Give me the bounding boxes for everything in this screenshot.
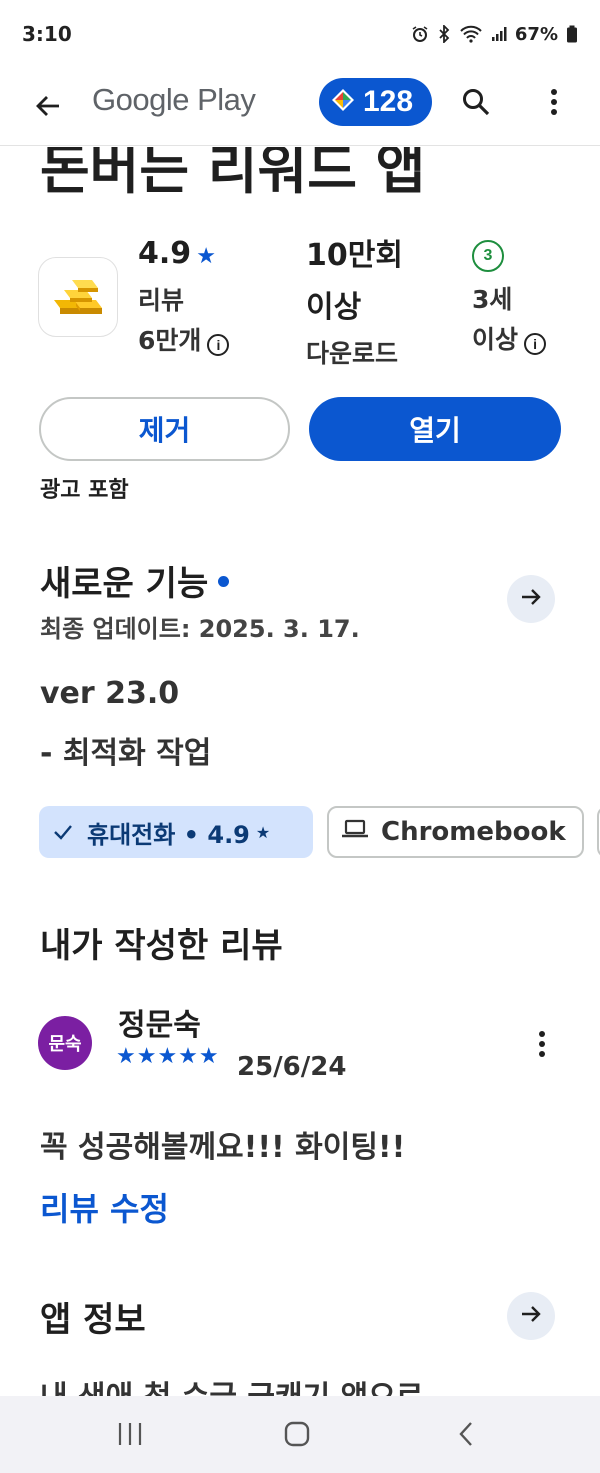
about-text-container: 내 생애 첫 수급 금캐기 앱으로: [0, 1370, 600, 1396]
review-text: 꼭 성공해볼께요!!! 화이팅!!: [40, 1130, 406, 1165]
app-title: 돈버는 리워드 앱: [40, 147, 426, 201]
about-app-title: 앱 정보: [40, 1300, 146, 1340]
wifi-icon: [459, 25, 483, 43]
arrow-right-icon: [519, 1302, 543, 1330]
reviews-count: 6만개: [138, 326, 202, 355]
age-line-2: 이상: [472, 325, 519, 354]
more-vert-icon[interactable]: [534, 82, 574, 122]
app-title-container: 돈버는 리워드 앱: [0, 147, 600, 203]
arrow-right-icon: [519, 585, 543, 613]
status-time: 3:10: [22, 22, 72, 46]
play-points-button[interactable]: 128: [319, 78, 432, 126]
last-updated: 최종 업데이트: 2025. 3. 17.: [40, 615, 360, 643]
battery-level: 67%: [514, 23, 558, 45]
whats-new-title: 새로운 기능: [40, 564, 209, 604]
device-chip-chromebook[interactable]: Chromebook: [327, 806, 584, 858]
alarm-icon: [411, 25, 429, 43]
about-text: 내 생애 첫 수급 금캐기 앱으로: [40, 1372, 423, 1396]
uninstall-button[interactable]: 제거: [39, 397, 290, 461]
review-more-vert-icon[interactable]: [522, 1024, 562, 1064]
signal-icon: [491, 26, 507, 42]
whats-new-heading[interactable]: 새로운 기능: [40, 556, 230, 605]
battery-icon: [566, 25, 578, 43]
reviewer-name: 정문숙: [118, 1008, 201, 1043]
back-arrow-icon[interactable]: [28, 86, 68, 126]
review-date: 25/6/24: [237, 1052, 347, 1082]
recents-icon[interactable]: [110, 1414, 150, 1454]
play-points-icon: [331, 88, 355, 116]
status-bar: 3:10 67%: [0, 0, 600, 68]
about-app-arrow-button[interactable]: [507, 1292, 555, 1340]
age-rating-stat[interactable]: 3세 이상 i: [472, 280, 547, 356]
new-indicator-dot: [218, 576, 230, 587]
open-button[interactable]: 열기: [309, 397, 561, 461]
review-star-rating: ★★★★★: [116, 1044, 220, 1069]
contains-ads-note: 광고 포함: [40, 478, 129, 503]
gold-bars-icon: [48, 272, 108, 322]
age-line-1: 3세: [472, 285, 513, 314]
home-icon[interactable]: [277, 1414, 317, 1454]
my-review-title: 내가 작성한 리뷰: [40, 926, 283, 966]
nav-back-icon[interactable]: [446, 1414, 486, 1454]
app-icon: [38, 257, 118, 337]
age-rating-badge: 3: [472, 240, 504, 272]
avatar: 문숙: [38, 1016, 92, 1070]
info-icon[interactable]: i: [207, 333, 230, 356]
status-icons: 67%: [411, 24, 578, 45]
device-chip-phone-label: 휴대전화 • 4.9: [87, 820, 250, 849]
info-icon[interactable]: i: [524, 332, 547, 355]
whats-new-arrow-button[interactable]: [507, 575, 555, 623]
downloads-label: 다운로드: [306, 339, 399, 368]
play-points-count: 128: [363, 85, 414, 118]
whats-new-line-2: - 최적화 작업: [40, 736, 212, 771]
top-app-bar: Google Play 128: [0, 68, 600, 146]
google-play-logo: Google Play: [92, 82, 256, 117]
bluetooth-icon: [437, 25, 451, 43]
rating-stat[interactable]: 4.9 ★ 리뷰 6만개 i: [138, 236, 230, 357]
check-icon: [53, 818, 73, 846]
star-icon: ★: [255, 822, 271, 842]
device-chip-chromebook-label: Chromebook: [381, 817, 566, 847]
downloads-line-1: 10만회: [306, 238, 403, 273]
rating-value: 4.9: [138, 236, 192, 271]
edit-review-link[interactable]: 리뷰 수정: [40, 1184, 169, 1230]
reviews-label: 리뷰: [138, 286, 185, 315]
laptop-icon: [341, 817, 369, 847]
device-chip-phone[interactable]: 휴대전화 • 4.9 ★: [39, 806, 313, 858]
system-navigation-bar: [0, 1396, 600, 1473]
search-icon[interactable]: [456, 82, 496, 122]
downloads-stat: 10만회 이상 다운로드: [306, 230, 403, 370]
whats-new-line-1: ver 23.0: [40, 676, 180, 711]
star-icon: ★: [196, 244, 216, 269]
downloads-line-2: 이상: [306, 290, 362, 325]
